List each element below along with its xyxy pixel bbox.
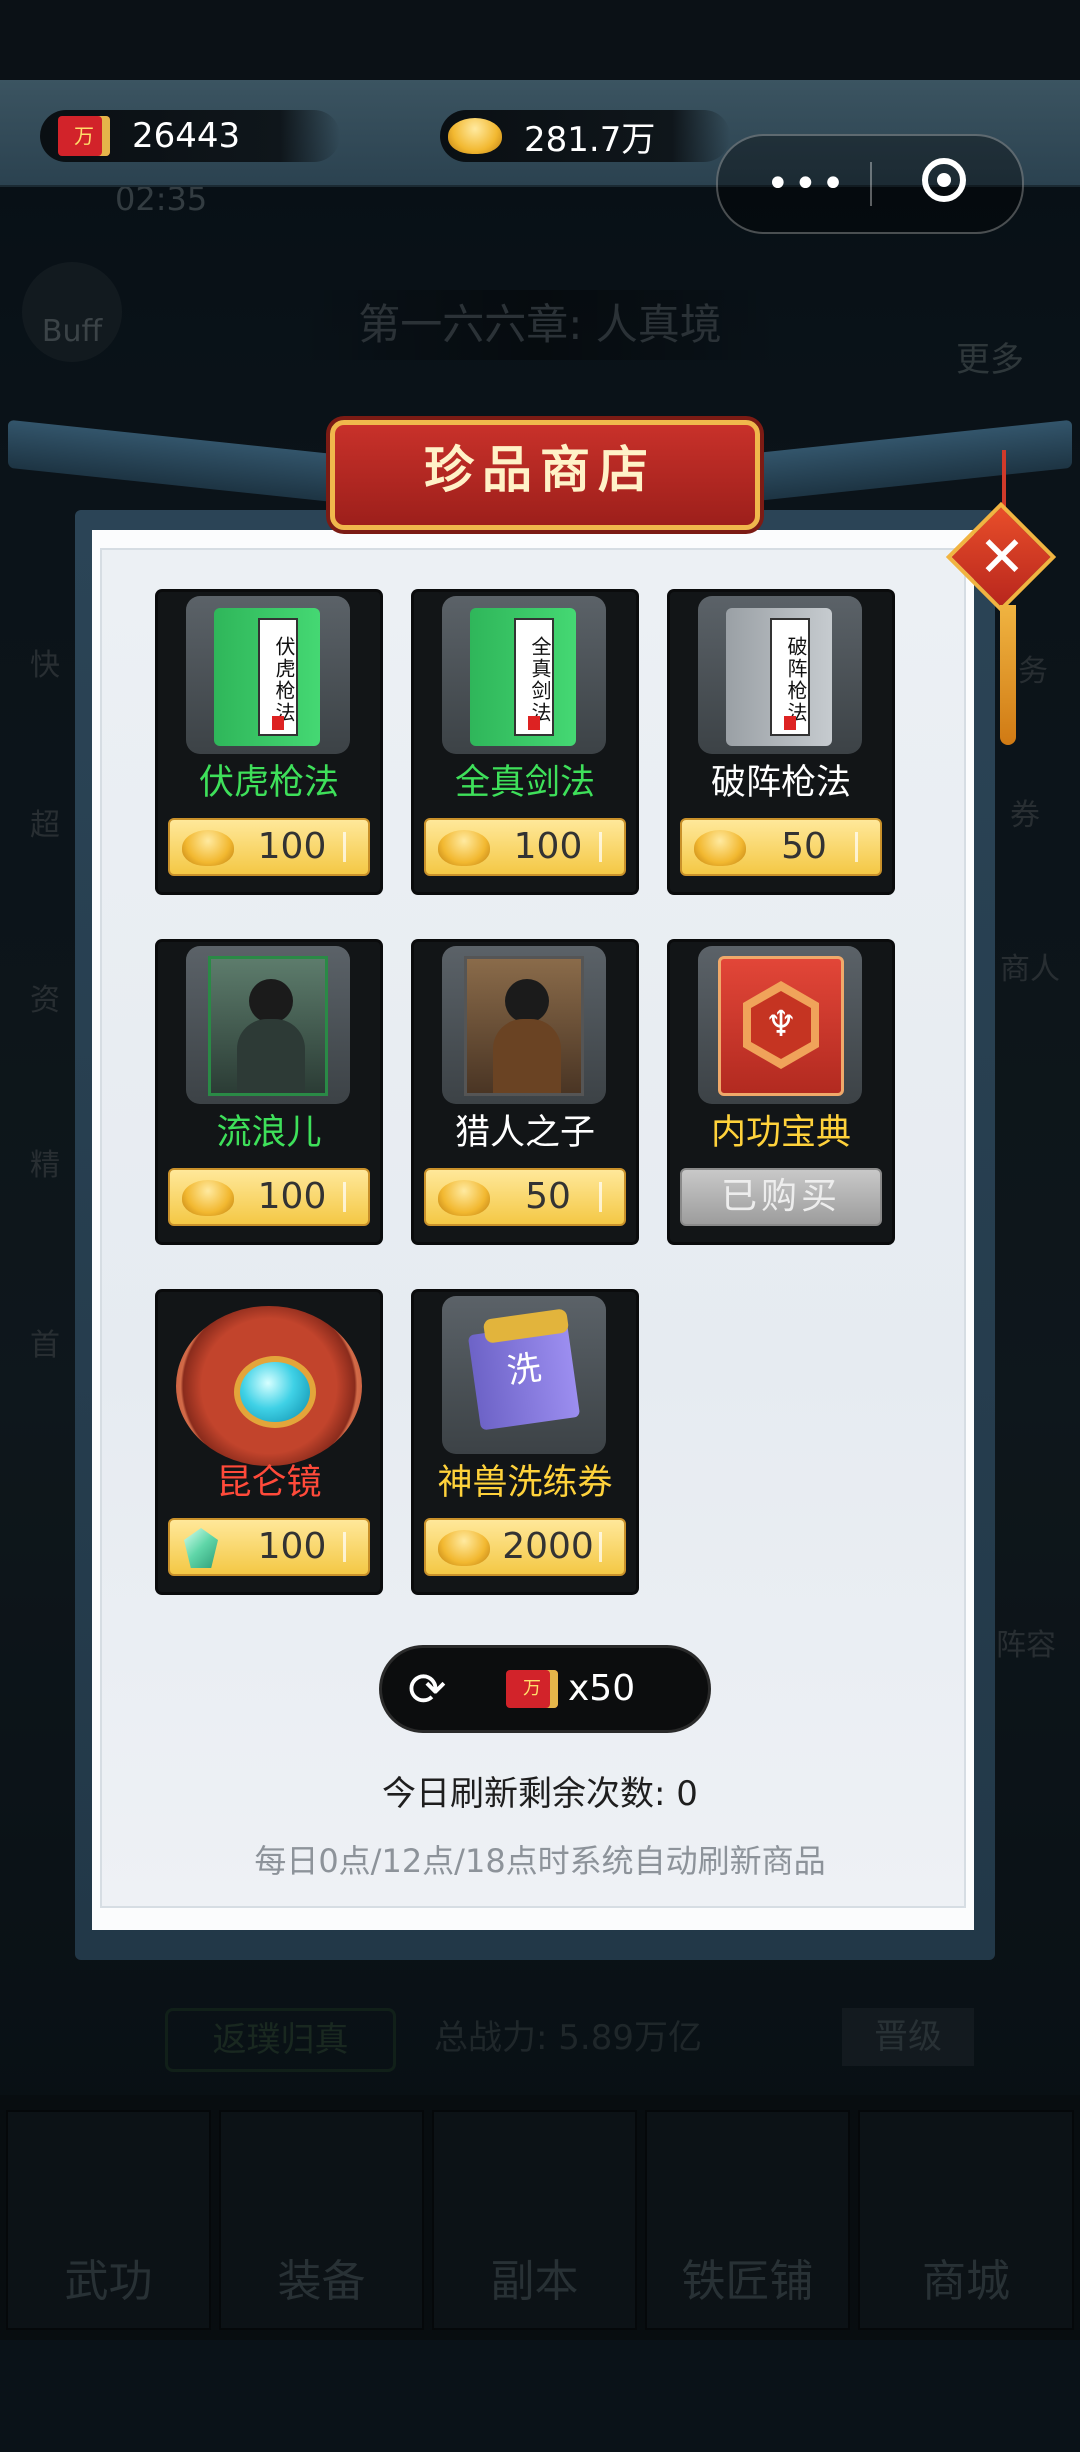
shop-title: 珍品商店	[424, 440, 656, 499]
close-target-icon[interactable]	[922, 158, 966, 202]
item-name: 全真剑法	[454, 763, 595, 803]
book-seal-icon	[784, 716, 796, 730]
item-icon-frame: ♆	[698, 946, 862, 1104]
item-name: 神兽洗练券	[437, 1463, 613, 1503]
buy-button[interactable]: 100	[168, 1518, 370, 1576]
item-price: 50	[525, 1176, 571, 1217]
item-price: 100	[257, 826, 327, 867]
skill-book-icon: 伏虎枪法	[214, 608, 320, 746]
buy-button[interactable]: 50	[680, 818, 882, 876]
buy-button[interactable]: 50	[424, 1168, 626, 1226]
shop-item-1[interactable]: 伏虎枪法 伏虎枪法 100	[158, 592, 380, 892]
gold-ingot-icon	[694, 830, 746, 866]
hero-portrait-icon	[208, 956, 328, 1096]
token-flag-icon: 万	[58, 116, 110, 156]
item-name: 破阵枪法	[710, 763, 851, 803]
purchased-badge: 已购买	[680, 1168, 882, 1226]
buy-button[interactable]: 2000	[424, 1518, 626, 1576]
scroll-icon: 洗	[460, 1308, 588, 1446]
item-price: 100	[257, 1176, 327, 1217]
miniprogram-capsule: •••	[716, 134, 1024, 234]
tassel-icon	[1000, 605, 1016, 745]
item-price: 50	[781, 826, 827, 867]
book-seal-icon	[528, 716, 540, 730]
skill-book-icon: 破阵枪法	[726, 608, 832, 746]
chevron-icon	[343, 832, 360, 862]
buy-button[interactable]: 100	[424, 818, 626, 876]
shop-item-8[interactable]: 洗 神兽洗练券 2000	[414, 1292, 636, 1592]
more-dots-icon[interactable]: •••	[766, 164, 849, 204]
item-icon-frame: 全真剑法	[442, 596, 606, 754]
gold-ingot-icon	[182, 1180, 234, 1216]
hero-body	[493, 1019, 561, 1093]
mirror-gem-icon	[234, 1356, 316, 1428]
token-value: 26443	[132, 116, 241, 156]
item-name: 流浪儿	[216, 1113, 322, 1153]
item-price: 100	[257, 1526, 327, 1567]
item-icon-frame	[186, 946, 350, 1104]
token-flag-icon: 万	[506, 1670, 558, 1708]
hero-head	[249, 979, 293, 1023]
chevron-icon	[599, 832, 616, 862]
scroll-char: 洗	[504, 1347, 544, 1393]
item-price: 2000	[502, 1526, 594, 1567]
purchased-label: 已购买	[720, 1176, 841, 1217]
chevron-icon	[343, 1532, 360, 1562]
item-name: 猎人之子	[454, 1113, 595, 1153]
refresh-cost: x50	[568, 1668, 636, 1709]
shop-item-4[interactable]: 流浪儿 100	[158, 942, 380, 1242]
gold-ingot-icon	[438, 1530, 490, 1566]
buy-button[interactable]: 100	[168, 818, 370, 876]
chevron-icon	[599, 1182, 616, 1212]
chevron-icon	[855, 832, 872, 862]
shop-item-2[interactable]: 全真剑法 全真剑法 100	[414, 592, 636, 892]
gold-ingot-icon	[182, 830, 234, 866]
gold-ingot-icon	[448, 118, 502, 154]
status-bar	[0, 0, 1080, 80]
shop-item-6[interactable]: ♆ 内功宝典 已购买	[670, 942, 892, 1242]
item-name: 伏虎枪法	[198, 763, 339, 803]
item-icon-frame	[442, 946, 606, 1104]
refresh-button[interactable]: ⟳ 万 x50	[382, 1648, 708, 1730]
refresh-hint: 每日0点/12点/18点时系统自动刷新商品	[254, 1842, 826, 1880]
item-icon-frame: 破阵枪法	[698, 596, 862, 754]
chevron-icon	[599, 1532, 616, 1562]
refresh-remaining: 今日刷新剩余次数: 0	[382, 1774, 698, 1814]
jade-gem-icon	[184, 1528, 218, 1568]
refresh-icon: ⟳	[407, 1662, 447, 1716]
capsule-divider	[870, 162, 872, 206]
hero-body	[237, 1019, 305, 1093]
item-name: 昆仑镜	[216, 1463, 322, 1503]
shop-item-7[interactable]: 昆仑镜 100	[158, 1292, 380, 1592]
shop-item-3[interactable]: 破阵枪法 破阵枪法 50	[670, 592, 892, 892]
gold-counter: 281.7万	[440, 110, 730, 162]
gold-value: 281.7万	[524, 119, 656, 160]
hero-head	[505, 979, 549, 1023]
skill-book-icon: 全真剑法	[470, 608, 576, 746]
gold-ingot-icon	[438, 1180, 490, 1216]
item-price: 100	[513, 826, 583, 867]
token-counter: 万 26443	[40, 110, 340, 162]
manual-book-icon: ♆	[718, 956, 844, 1096]
meditation-icon: ♆	[764, 1004, 798, 1045]
item-icon-frame: 洗	[442, 1296, 606, 1454]
buy-button[interactable]: 100	[168, 1168, 370, 1226]
gold-ingot-icon	[438, 830, 490, 866]
item-name: 内功宝典	[710, 1113, 851, 1153]
close-icon: ✕	[978, 525, 1026, 590]
hero-portrait-icon	[464, 956, 584, 1096]
chevron-icon	[343, 1182, 360, 1212]
book-seal-icon	[272, 716, 284, 730]
close-button[interactable]: ✕	[945, 501, 1057, 613]
shop-item-5[interactable]: 猎人之子 50	[414, 942, 636, 1242]
item-icon-frame: 伏虎枪法	[186, 596, 350, 754]
